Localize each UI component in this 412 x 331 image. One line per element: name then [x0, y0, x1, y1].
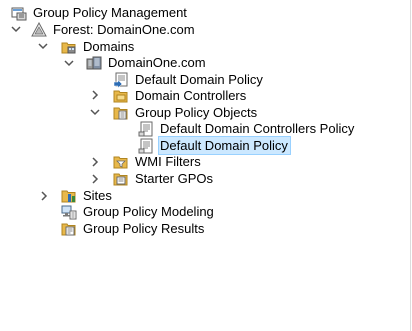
- domain-icon: [86, 55, 102, 71]
- domains-folder-icon: [61, 39, 77, 55]
- tree-item-domain-domainone[interactable]: DomainOne.com: [86, 54, 208, 71]
- collapse-chevron-icon[interactable]: [37, 40, 49, 52]
- gpo-icon: [138, 138, 154, 154]
- tree-item-label: Starter GPOs: [135, 171, 214, 186]
- tree-item-label: WMI Filters: [135, 154, 201, 169]
- forest-icon: [31, 21, 47, 38]
- tree-item-label: Sites: [83, 188, 112, 203]
- tree-item-label: Default Domain Policy: [135, 72, 263, 87]
- pane-divider[interactable]: [410, 0, 411, 331]
- tree-item-label: Forest: DomainOne.com: [53, 22, 195, 37]
- expand-chevron-icon[interactable]: [89, 89, 101, 101]
- tree-item-label: Group Policy Management: [33, 5, 187, 20]
- results-icon: [61, 221, 77, 237]
- tree-item-label: Default Domain Controllers Policy: [160, 121, 355, 136]
- collapse-chevron-icon[interactable]: [89, 106, 101, 118]
- collapse-chevron-icon[interactable]: [10, 23, 22, 35]
- tree-item-label: Group Policy Modeling: [83, 204, 214, 219]
- tree-item-wmi-filters[interactable]: WMI Filters: [113, 153, 203, 170]
- gpo-link-icon: [113, 72, 129, 88]
- tree-item-domain-controllers[interactable]: Domain Controllers: [113, 87, 248, 104]
- tree-item-label: DomainOne.com: [108, 55, 206, 70]
- tree-item-domains[interactable]: Domains: [61, 38, 136, 55]
- tree-item-group-policy-objects[interactable]: Group Policy Objects: [113, 104, 259, 121]
- tree-item-label: Default Domain Policy: [158, 136, 291, 155]
- modeling-icon: [61, 204, 77, 220]
- wmi-folder-icon: [113, 154, 129, 170]
- starter-gpo-folder-icon: [113, 171, 129, 187]
- gpo-folder-icon: [113, 105, 129, 121]
- collapse-chevron-icon[interactable]: [63, 57, 75, 69]
- tree-item-label: Group Policy Objects: [135, 105, 258, 120]
- gpmc-console-icon: [11, 5, 27, 21]
- gpo-icon: [138, 121, 154, 137]
- tree-item-label: Group Policy Results: [83, 221, 205, 236]
- tree-item-gpo-default-domain-controllers-policy[interactable]: Default Domain Controllers Policy: [138, 120, 356, 137]
- sites-icon: [61, 188, 77, 204]
- tree-item-label: Domain Controllers: [135, 88, 247, 103]
- expand-chevron-icon[interactable]: [89, 156, 101, 168]
- tree-item-default-domain-policy-link[interactable]: Default Domain Policy: [113, 71, 265, 88]
- tree-item-group-policy-results[interactable]: Group Policy Results: [61, 220, 206, 237]
- console-tree: Group Policy Management Forest: DomainOn…: [0, 0, 410, 331]
- tree-item-gpmc-root[interactable]: Group Policy Management: [11, 4, 189, 21]
- expand-chevron-icon[interactable]: [89, 173, 101, 185]
- ou-folder-icon: [113, 88, 129, 104]
- tree-item-group-policy-modeling[interactable]: Group Policy Modeling: [61, 203, 216, 220]
- tree-item-gpo-default-domain-policy[interactable]: Default Domain Policy: [138, 136, 291, 155]
- tree-item-sites[interactable]: Sites: [61, 187, 114, 204]
- expand-chevron-icon[interactable]: [38, 190, 50, 202]
- tree-item-starter-gpos[interactable]: Starter GPOs: [113, 170, 215, 187]
- tree-item-forest[interactable]: Forest: DomainOne.com: [31, 21, 197, 38]
- tree-item-label: Domains: [83, 39, 135, 54]
